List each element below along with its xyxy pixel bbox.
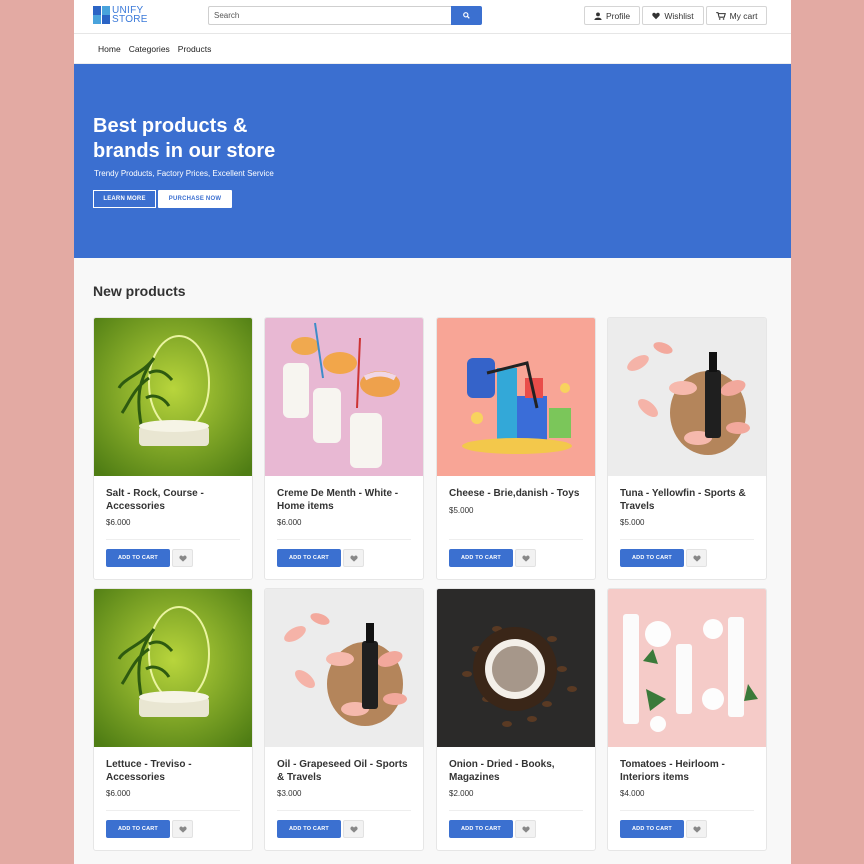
product-card[interactable]: Tuna - Yellowfin - Sports & Travels $5.0… (607, 317, 767, 580)
product-image[interactable] (437, 318, 595, 476)
product-image[interactable] (608, 318, 766, 476)
search-button[interactable] (451, 6, 482, 25)
wishlist-heart-button[interactable] (172, 820, 193, 838)
divider (277, 539, 411, 540)
product-price: $5.000 (620, 518, 645, 527)
product-price: $6.000 (106, 789, 131, 798)
wishlist-heart-button[interactable] (172, 549, 193, 567)
divider (449, 810, 583, 811)
cart-button[interactable]: My cart (706, 6, 767, 25)
product-price: $3.000 (277, 789, 302, 798)
store-page: UNIFY STORE Profile Wishlist My cart Hom… (74, 0, 791, 864)
wishlist-heart-button[interactable] (343, 549, 364, 567)
add-to-cart-button[interactable]: ADD TO CART (620, 549, 684, 567)
search-bar (208, 6, 482, 25)
divider (106, 810, 240, 811)
heart-icon (178, 825, 187, 833)
product-name[interactable]: Oil - Grapeseed Oil - Sports & Travels (277, 759, 417, 784)
heart-icon (521, 825, 530, 833)
logo-line2: STORE (112, 14, 148, 25)
heart-icon (692, 825, 701, 833)
section-title: New products (93, 283, 186, 299)
wishlist-heart-button[interactable] (343, 820, 364, 838)
header: UNIFY STORE Profile Wishlist My cart (74, 0, 791, 34)
wishlist-heart-button[interactable] (686, 549, 707, 567)
search-input[interactable] (208, 6, 451, 25)
add-to-cart-button[interactable]: ADD TO CART (620, 820, 684, 838)
hero-title: Best products & brands in our store (93, 115, 276, 162)
divider (620, 810, 754, 811)
product-image[interactable] (94, 589, 252, 747)
product-price: $6.000 (277, 518, 302, 527)
wishlist-label: Wishlist (664, 10, 694, 21)
heart-icon (652, 12, 661, 19)
product-price: $6.000 (106, 518, 131, 527)
product-image[interactable] (437, 589, 595, 747)
product-name[interactable]: Lettuce - Treviso - Accessories (106, 759, 246, 784)
product-image[interactable] (94, 318, 252, 476)
wishlist-button[interactable]: Wishlist (642, 6, 704, 25)
add-to-cart-button[interactable]: ADD TO CART (449, 549, 513, 567)
wishlist-heart-button[interactable] (686, 820, 707, 838)
add-to-cart-button[interactable]: ADD TO CART (106, 549, 170, 567)
divider (277, 810, 411, 811)
product-price: $4.000 (620, 789, 645, 798)
product-price: $2.000 (449, 789, 474, 798)
cart-label: My cart (729, 10, 758, 21)
main-nav: Home Categories Products (74, 34, 791, 64)
search-icon (463, 12, 470, 19)
user-icon (594, 11, 602, 20)
product-card[interactable]: Tomatoes - Heirloom - Interiors items $4… (607, 588, 767, 851)
product-name[interactable]: Cheese - Brie,danish - Toys (449, 488, 589, 501)
hero-banner: Best products & brands in our store Tren… (74, 64, 791, 258)
product-card[interactable]: Cheese - Brie,danish - Toys $5.000 ADD T… (436, 317, 596, 580)
product-card[interactable]: Salt - Rock, Course - Accessories $6.000… (93, 317, 253, 580)
product-name[interactable]: Onion - Dried - Books, Magazines (449, 759, 589, 784)
heart-icon (349, 825, 358, 833)
nav-categories[interactable]: Categories (129, 44, 170, 54)
learn-more-button[interactable]: LEARN MORE (93, 190, 156, 208)
cart-icon (715, 11, 726, 20)
logo-puzzle-icon (93, 6, 110, 24)
add-to-cart-button[interactable]: ADD TO CART (277, 820, 341, 838)
heart-icon (521, 554, 530, 562)
nav-products[interactable]: Products (178, 44, 212, 54)
product-name[interactable]: Tuna - Yellowfin - Sports & Travels (620, 488, 760, 513)
divider (449, 539, 583, 540)
profile-button[interactable]: Profile (584, 6, 640, 25)
heart-icon (349, 554, 358, 562)
heart-icon (178, 554, 187, 562)
product-price: $5.000 (449, 506, 474, 515)
product-name[interactable]: Creme De Menth - White - Home items (277, 488, 417, 513)
product-card[interactable]: Onion - Dried - Books, Magazines $2.000 … (436, 588, 596, 851)
product-card[interactable]: Lettuce - Treviso - Accessories $6.000 A… (93, 588, 253, 851)
product-card[interactable]: Oil - Grapeseed Oil - Sports & Travels $… (264, 588, 424, 851)
product-image[interactable] (265, 589, 423, 747)
divider (620, 539, 754, 540)
wishlist-heart-button[interactable] (515, 820, 536, 838)
add-to-cart-button[interactable]: ADD TO CART (449, 820, 513, 838)
heart-icon (692, 554, 701, 562)
product-card[interactable]: Creme De Menth - White - Home items $6.0… (264, 317, 424, 580)
product-name[interactable]: Tomatoes - Heirloom - Interiors items (620, 759, 760, 784)
product-name[interactable]: Salt - Rock, Course - Accessories (106, 488, 246, 513)
wishlist-heart-button[interactable] (515, 549, 536, 567)
purchase-now-button[interactable]: PURCHASE NOW (158, 190, 232, 208)
add-to-cart-button[interactable]: ADD TO CART (106, 820, 170, 838)
logo[interactable]: UNIFY STORE (93, 6, 148, 25)
product-image[interactable] (608, 589, 766, 747)
add-to-cart-button[interactable]: ADD TO CART (277, 549, 341, 567)
profile-label: Profile (605, 10, 631, 21)
nav-home[interactable]: Home (98, 44, 121, 54)
product-image[interactable] (265, 318, 423, 476)
hero-subtitle: Trendy Products, Factory Prices, Excelle… (94, 169, 274, 178)
divider (106, 539, 240, 540)
